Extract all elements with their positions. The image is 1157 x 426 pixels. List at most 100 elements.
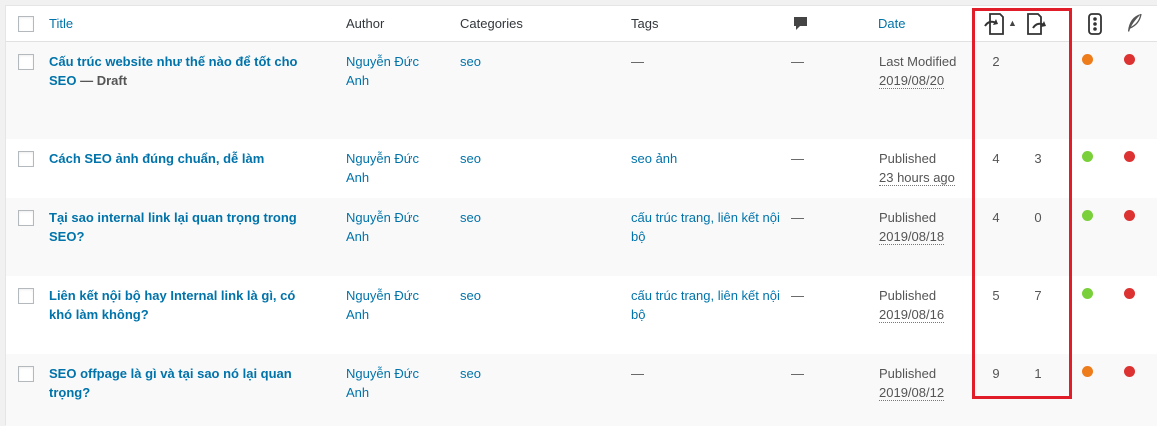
post-title-line1[interactable]: Liên kết nội bộ hay Internal link là gì,… [49,288,295,303]
post-title-line1[interactable]: Cấu trúc website như thế nào để tốt cho [49,54,298,69]
posts-table: Title Author Categories Tags Date ▲ Cấu … [5,5,1157,426]
row-checkbox[interactable] [18,288,34,304]
post-date: Last Modified 2019/08/20 [879,52,956,90]
inbound-link-count: 5 [992,288,1000,303]
outbound-links-icon[interactable] [1027,13,1047,35]
post-title-line1[interactable]: SEO offpage là gì và tại sao nó lại quan [49,366,292,381]
title-column-header[interactable]: Title [49,14,73,33]
post-comments: — [791,210,804,225]
post-date: Published 2019/08/12 [879,364,945,402]
author-line1[interactable]: Nguyễn Đức [346,288,419,303]
seo-score-dot [1124,288,1135,299]
post-category[interactable]: seo [460,149,481,168]
post-title[interactable]: Cách SEO ảnh đúng chuẩn, dễ làm [49,149,339,168]
post-author[interactable]: Nguyễn Đức Anh [346,208,419,246]
outbound-link-count: 7 [1034,288,1042,303]
tags-line2[interactable]: bộ [631,229,645,244]
row-checkbox[interactable] [18,151,34,167]
author-column-header: Author [346,16,385,31]
date-column-header[interactable]: Date [878,14,905,33]
row-checkbox[interactable] [18,366,34,382]
readability-score-dot [1082,54,1093,65]
post-author[interactable]: Nguyễn Đức Anh [346,364,419,402]
tags-line1[interactable]: cấu trúc trang, liên kết nội [631,288,780,303]
post-title-line1[interactable]: Tại sao internal link lại quan trọng tro… [49,210,297,225]
table-row: SEO offpage là gì và tại sao nó lại quan… [6,354,1157,426]
date-value: 2019/08/18 [879,229,945,245]
inbound-links-icon[interactable] [984,13,1004,35]
select-all-checkbox[interactable] [18,16,34,32]
date-value: 2019/08/16 [879,307,945,323]
post-author[interactable]: Nguyễn Đức Anh [346,52,419,90]
author-line1[interactable]: Nguyễn Đức [346,151,419,166]
row-checkbox[interactable] [18,210,34,226]
readability-traffic-light-icon [1088,13,1102,35]
post-category[interactable]: seo [460,364,481,383]
author-line1[interactable]: Nguyễn Đức [346,54,419,69]
readability-score-dot [1082,210,1093,221]
row-checkbox[interactable] [18,54,34,70]
table-row: Liên kết nội bộ hay Internal link là gì,… [6,276,1157,354]
post-title[interactable]: SEO offpage là gì và tại sao nó lại quan… [49,364,339,402]
author-line1[interactable]: Nguyễn Đức [346,366,419,381]
date-status: Published [879,288,937,303]
post-comments: — [791,288,804,303]
post-category[interactable]: seo [460,286,481,305]
post-title-line2[interactable]: trọng? [49,385,90,400]
post-author[interactable]: Nguyễn Đức Anh [346,286,419,324]
post-title[interactable]: Tại sao internal link lại quan trọng tro… [49,208,339,246]
tags-line1[interactable]: cấu trúc trang, liên kết nội [631,210,780,225]
outbound-link-count: 3 [1034,151,1042,166]
inbound-link-count: 9 [992,366,1000,381]
post-state: — Draft [76,73,128,88]
author-line2[interactable]: Anh [346,73,369,88]
post-comments: — [791,151,804,166]
date-status: Published [879,210,937,225]
sort-ascending-arrow[interactable]: ▲ [1008,14,1017,33]
tags-column-header: Tags [631,16,659,31]
comment-bubble-icon[interactable] [793,16,808,31]
seo-score-dot [1124,151,1135,162]
seo-score-dot [1124,210,1135,221]
post-title-line2[interactable]: SEO? [49,229,84,244]
post-title-line2[interactable]: khó làm không? [49,307,149,322]
readability-score-dot [1082,151,1093,162]
post-title[interactable]: Liên kết nội bộ hay Internal link là gì,… [49,286,339,324]
post-title[interactable]: Cấu trúc website như thế nào để tốt cho … [49,52,339,90]
post-title-line1[interactable]: Cách SEO ảnh đúng chuẩn, dễ làm [49,151,264,166]
categories-column-header: Categories [460,16,523,31]
seo-score-dot [1124,54,1135,65]
author-line2[interactable]: Anh [346,229,369,244]
inbound-link-count: 4 [992,151,1000,166]
seo-score-dot [1124,366,1135,377]
post-tags[interactable]: cấu trúc trang, liên kết nội bộ [631,208,780,246]
date-value: 2019/08/20 [879,73,945,89]
inbound-link-count: 4 [992,210,1000,225]
post-comments: — [791,366,804,381]
post-date: Published 2019/08/18 [879,208,945,246]
readability-score-dot [1082,288,1093,299]
outbound-link-count: 1 [1034,366,1042,381]
table-row: Tại sao internal link lại quan trọng tro… [6,198,1157,276]
author-line2[interactable]: Anh [346,385,369,400]
post-category[interactable]: seo [460,52,481,71]
date-status: Published [879,366,937,381]
yoast-feather-icon [1125,13,1143,33]
post-date: Published 23 hours ago [879,149,955,187]
post-title-line2[interactable]: SEO [49,73,76,88]
author-line2[interactable]: Anh [346,307,369,322]
tags-line2[interactable]: bộ [631,307,645,322]
post-comments: — [791,54,804,69]
date-value: 2019/08/12 [879,385,945,401]
post-tags: — [631,54,644,69]
post-author[interactable]: Nguyễn Đức Anh [346,149,419,187]
author-line2[interactable]: Anh [346,170,369,185]
post-tags[interactable]: seo ảnh [631,149,677,168]
inbound-link-count: 2 [992,54,1000,69]
post-category[interactable]: seo [460,208,481,227]
date-status: Last Modified [879,54,957,69]
date-status: Published [879,151,937,166]
table-row: Cấu trúc website như thế nào để tốt cho … [6,42,1157,139]
author-line1[interactable]: Nguyễn Đức [346,210,419,225]
post-tags[interactable]: cấu trúc trang, liên kết nội bộ [631,286,780,324]
